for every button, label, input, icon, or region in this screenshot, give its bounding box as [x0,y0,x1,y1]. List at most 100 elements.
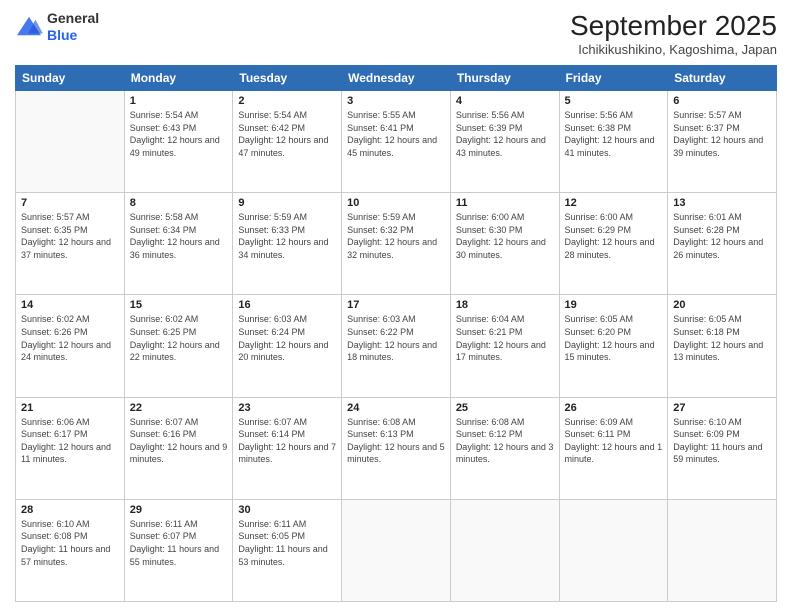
week-row-3: 14 Sunrise: 6:02 AMSunset: 6:26 PMDayligh… [16,295,777,397]
day-info: Sunrise: 6:02 AMSunset: 6:26 PMDaylight:… [21,313,119,363]
day-info: Sunrise: 5:58 AMSunset: 6:34 PMDaylight:… [130,211,228,261]
day-cell: 22Sunrise: 6:07 AMSunset: 6:16 PMDayligh… [124,397,233,499]
day-number: 13 [673,197,771,209]
day-cell: 29 Sunrise: 6:11 AMSunset: 6:07 PMDayligh… [124,499,233,601]
day-info: Sunrise: 6:10 AMSunset: 6:09 PMDaylight:… [673,416,771,466]
day-cell: 24Sunrise: 6:08 AMSunset: 6:13 PMDayligh… [342,397,451,499]
col-header-monday: Monday [124,66,233,91]
day-number: 11 [456,197,554,209]
day-number: 18 [456,299,554,311]
day-number: 12 [565,197,663,209]
day-info: Sunrise: 6:11 AMSunset: 6:07 PMDaylight:… [130,518,228,568]
day-info: Sunrise: 6:02 AMSunset: 6:25 PMDaylight:… [130,313,228,363]
logo-general-text: General [47,10,99,26]
day-info: Sunrise: 5:57 AMSunset: 6:35 PMDaylight:… [21,211,119,261]
day-number: 4 [456,95,554,107]
day-cell: 20 Sunrise: 6:05 AMSunset: 6:18 PMDayligh… [668,295,777,397]
day-cell: 12 Sunrise: 6:00 AMSunset: 6:29 PMDayligh… [559,193,668,295]
day-number: 24 [347,402,445,414]
day-cell: 23 Sunrise: 6:07 AMSunset: 6:14 PMDayligh… [233,397,342,499]
day-cell [668,499,777,601]
day-cell: 21Sunrise: 6:06 AMSunset: 6:17 PMDayligh… [16,397,125,499]
title-block: September 2025 Ichikikushikino, Kagoshim… [570,10,777,57]
month-title: September 2025 [570,10,777,42]
day-number: 27 [673,402,771,414]
logo-icon [15,15,43,39]
day-number: 3 [347,95,445,107]
logo: General Blue [15,10,99,44]
day-info: Sunrise: 5:57 AMSunset: 6:37 PMDaylight:… [673,109,771,159]
day-info: Sunrise: 6:09 AMSunset: 6:11 PMDaylight:… [565,416,663,466]
week-row-2: 7 Sunrise: 5:57 AMSunset: 6:35 PMDaylight… [16,193,777,295]
day-info: Sunrise: 6:04 AMSunset: 6:21 PMDaylight:… [456,313,554,363]
week-row-5: 28 Sunrise: 6:10 AMSunset: 6:08 PMDayligh… [16,499,777,601]
day-cell: 18 Sunrise: 6:04 AMSunset: 6:21 PMDayligh… [450,295,559,397]
day-number: 15 [130,299,228,311]
day-number: 8 [130,197,228,209]
day-number: 23 [238,402,336,414]
day-cell: 26 Sunrise: 6:09 AMSunset: 6:11 PMDayligh… [559,397,668,499]
day-number: 25 [456,402,554,414]
day-info: Sunrise: 6:01 AMSunset: 6:28 PMDaylight:… [673,211,771,261]
day-cell: 15 Sunrise: 6:02 AMSunset: 6:25 PMDayligh… [124,295,233,397]
day-info: Sunrise: 6:00 AMSunset: 6:29 PMDaylight:… [565,211,663,261]
day-info: Sunrise: 5:56 AMSunset: 6:38 PMDaylight:… [565,109,663,159]
day-number: 26 [565,402,663,414]
day-cell [16,91,125,193]
day-number: 16 [238,299,336,311]
day-cell: 19 Sunrise: 6:05 AMSunset: 6:20 PMDayligh… [559,295,668,397]
day-cell: 16 Sunrise: 6:03 AMSunset: 6:24 PMDayligh… [233,295,342,397]
day-number: 30 [238,504,336,516]
page: General Blue September 2025 Ichikikushik… [0,0,792,612]
day-number: 2 [238,95,336,107]
day-info: Sunrise: 6:00 AMSunset: 6:30 PMDaylight:… [456,211,554,261]
day-number: 14 [21,299,119,311]
day-cell: 28 Sunrise: 6:10 AMSunset: 6:08 PMDayligh… [16,499,125,601]
day-cell: 10 Sunrise: 5:59 AMSunset: 6:32 PMDayligh… [342,193,451,295]
day-cell: 8 Sunrise: 5:58 AMSunset: 6:34 PMDaylight… [124,193,233,295]
day-cell: 9 Sunrise: 5:59 AMSunset: 6:33 PMDaylight… [233,193,342,295]
day-info: Sunrise: 5:55 AMSunset: 6:41 PMDaylight:… [347,109,445,159]
subtitle: Ichikikushikino, Kagoshima, Japan [570,42,777,57]
day-info: Sunrise: 6:03 AMSunset: 6:24 PMDaylight:… [238,313,336,363]
day-cell: 30 Sunrise: 6:11 AMSunset: 6:05 PMDayligh… [233,499,342,601]
day-cell [450,499,559,601]
day-info: Sunrise: 5:59 AMSunset: 6:33 PMDaylight:… [238,211,336,261]
day-number: 6 [673,95,771,107]
col-header-wednesday: Wednesday [342,66,451,91]
day-number: 9 [238,197,336,209]
day-info: Sunrise: 6:10 AMSunset: 6:08 PMDaylight:… [21,518,119,568]
day-number: 29 [130,504,228,516]
day-number: 28 [21,504,119,516]
day-cell: 6 Sunrise: 5:57 AMSunset: 6:37 PMDaylight… [668,91,777,193]
day-cell [559,499,668,601]
day-info: Sunrise: 6:05 AMSunset: 6:20 PMDaylight:… [565,313,663,363]
day-number: 19 [565,299,663,311]
day-info: Sunrise: 5:54 AMSunset: 6:42 PMDaylight:… [238,109,336,159]
day-info: Sunrise: 6:07 AMSunset: 6:14 PMDaylight:… [238,416,336,466]
day-number: 7 [21,197,119,209]
day-number: 22 [130,402,228,414]
day-info: Sunrise: 6:08 AMSunset: 6:12 PMDaylight:… [456,416,554,466]
day-info: Sunrise: 6:06 AMSunset: 6:17 PMDaylight:… [21,416,119,466]
logo-blue-text: Blue [47,27,77,43]
day-cell: 14 Sunrise: 6:02 AMSunset: 6:26 PMDayligh… [16,295,125,397]
day-info: Sunrise: 6:05 AMSunset: 6:18 PMDaylight:… [673,313,771,363]
col-header-saturday: Saturday [668,66,777,91]
week-row-1: 1 Sunrise: 5:54 AMSunset: 6:43 PMDaylight… [16,91,777,193]
day-number: 10 [347,197,445,209]
day-info: Sunrise: 5:54 AMSunset: 6:43 PMDaylight:… [130,109,228,159]
day-number: 5 [565,95,663,107]
day-cell: 4Sunrise: 5:56 AMSunset: 6:39 PMDaylight… [450,91,559,193]
calendar-table: SundayMondayTuesdayWednesdayThursdayFrid… [15,65,777,602]
col-header-sunday: Sunday [16,66,125,91]
day-cell [342,499,451,601]
day-cell: 17Sunrise: 6:03 AMSunset: 6:22 PMDayligh… [342,295,451,397]
day-number: 20 [673,299,771,311]
day-cell: 2 Sunrise: 5:54 AMSunset: 6:42 PMDaylight… [233,91,342,193]
day-info: Sunrise: 5:59 AMSunset: 6:32 PMDaylight:… [347,211,445,261]
col-header-thursday: Thursday [450,66,559,91]
day-cell: 1 Sunrise: 5:54 AMSunset: 6:43 PMDaylight… [124,91,233,193]
day-number: 1 [130,95,228,107]
day-info: Sunrise: 6:11 AMSunset: 6:05 PMDaylight:… [238,518,336,568]
